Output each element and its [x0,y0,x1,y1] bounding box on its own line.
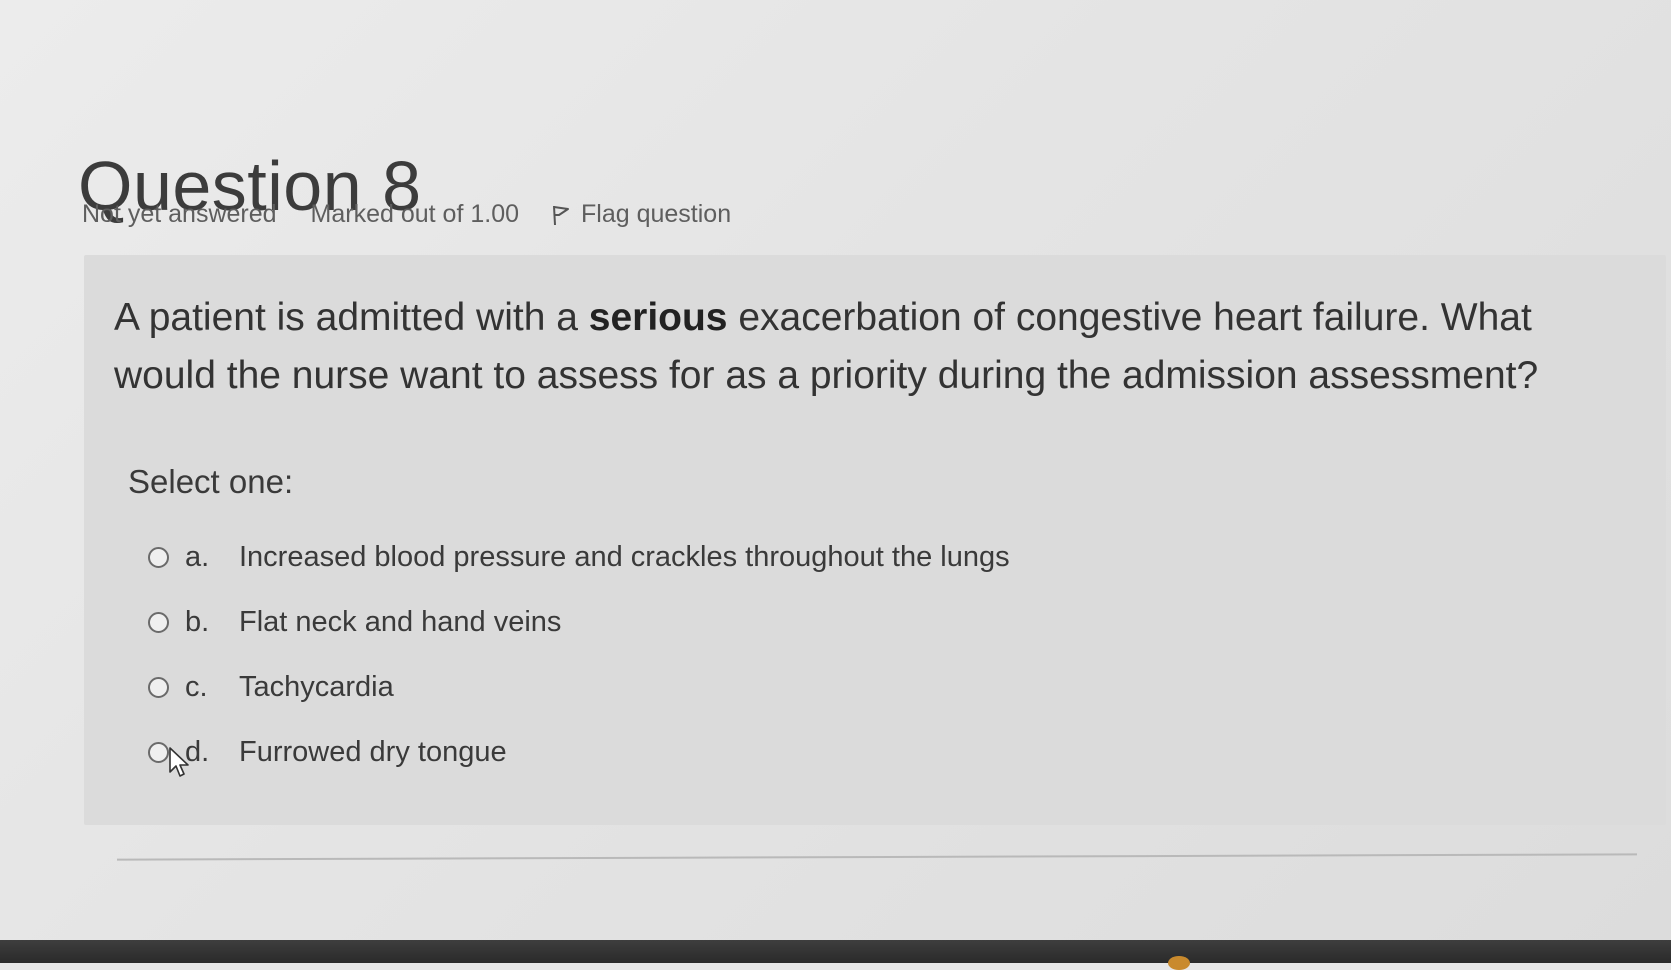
quiz-page: Question 8 Not yet answered Marked out o… [0,0,1671,970]
monitor-bezel [0,940,1671,963]
question-text: A patient is admitted with a serious exa… [114,289,1634,405]
question-text-part: A patient is admitted with a [114,296,589,339]
answer-text: Flat neck and hand veins [239,606,562,638]
question-content: A patient is admitted with a serious exa… [84,255,1666,825]
answer-option-b[interactable]: b. Flat neck and hand veins [148,590,1010,655]
marks-info: Marked out of 1.00 [310,200,520,228]
answer-text: Furrowed dry tongue [239,736,507,768]
radio-unchecked-icon[interactable] [148,677,169,698]
answer-letter: c. [185,671,208,703]
answer-letter: a. [185,541,210,573]
answer-status: Not yet answered [82,200,277,228]
answer-text: Tachycardia [239,671,394,703]
radio-unchecked-icon[interactable] [148,742,169,763]
select-one-prompt: Select one: [128,463,294,500]
flag-icon [553,205,570,225]
answer-letter: b. [185,606,210,638]
answer-option-a[interactable]: a. Increased blood pressure and crackles… [148,525,1010,590]
answer-options: a. Increased blood pressure and crackles… [148,525,1010,785]
question-info: Not yet answered Marked out of 1.00 Flag… [82,200,731,229]
mouse-pointer-icon [169,747,189,777]
answer-option-c[interactable]: c. Tachycardia [148,655,1010,720]
answer-option-d[interactable]: d. Furrowed dry tongue [148,720,1010,785]
radio-unchecked-icon[interactable] [148,547,169,568]
answer-text: Increased blood pressure and crackles th… [239,541,1010,573]
radio-unchecked-icon[interactable] [148,612,169,633]
flag-question-link[interactable]: Flag question [551,200,731,229]
bezel-light [1168,956,1190,970]
section-divider [117,853,1637,861]
question-text-emphasis: serious [588,296,728,339]
flag-question-label: Flag question [581,200,732,228]
